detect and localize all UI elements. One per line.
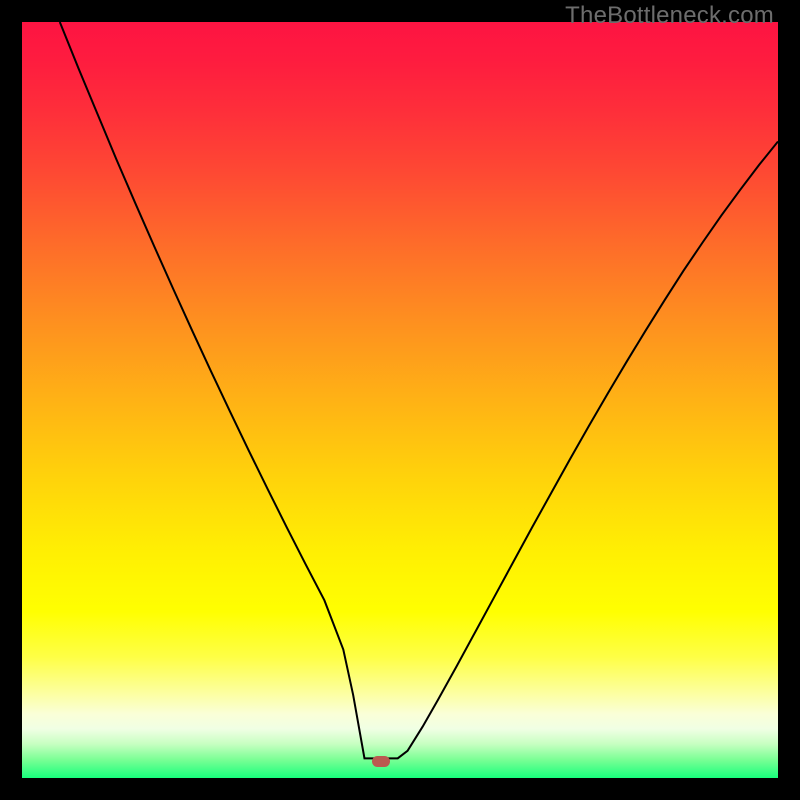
optimum-marker [372,756,390,767]
chart-frame [22,22,778,778]
gradient-background [22,22,778,778]
watermark-text: TheBottleneck.com [565,2,774,30]
bottleneck-chart [22,22,778,778]
